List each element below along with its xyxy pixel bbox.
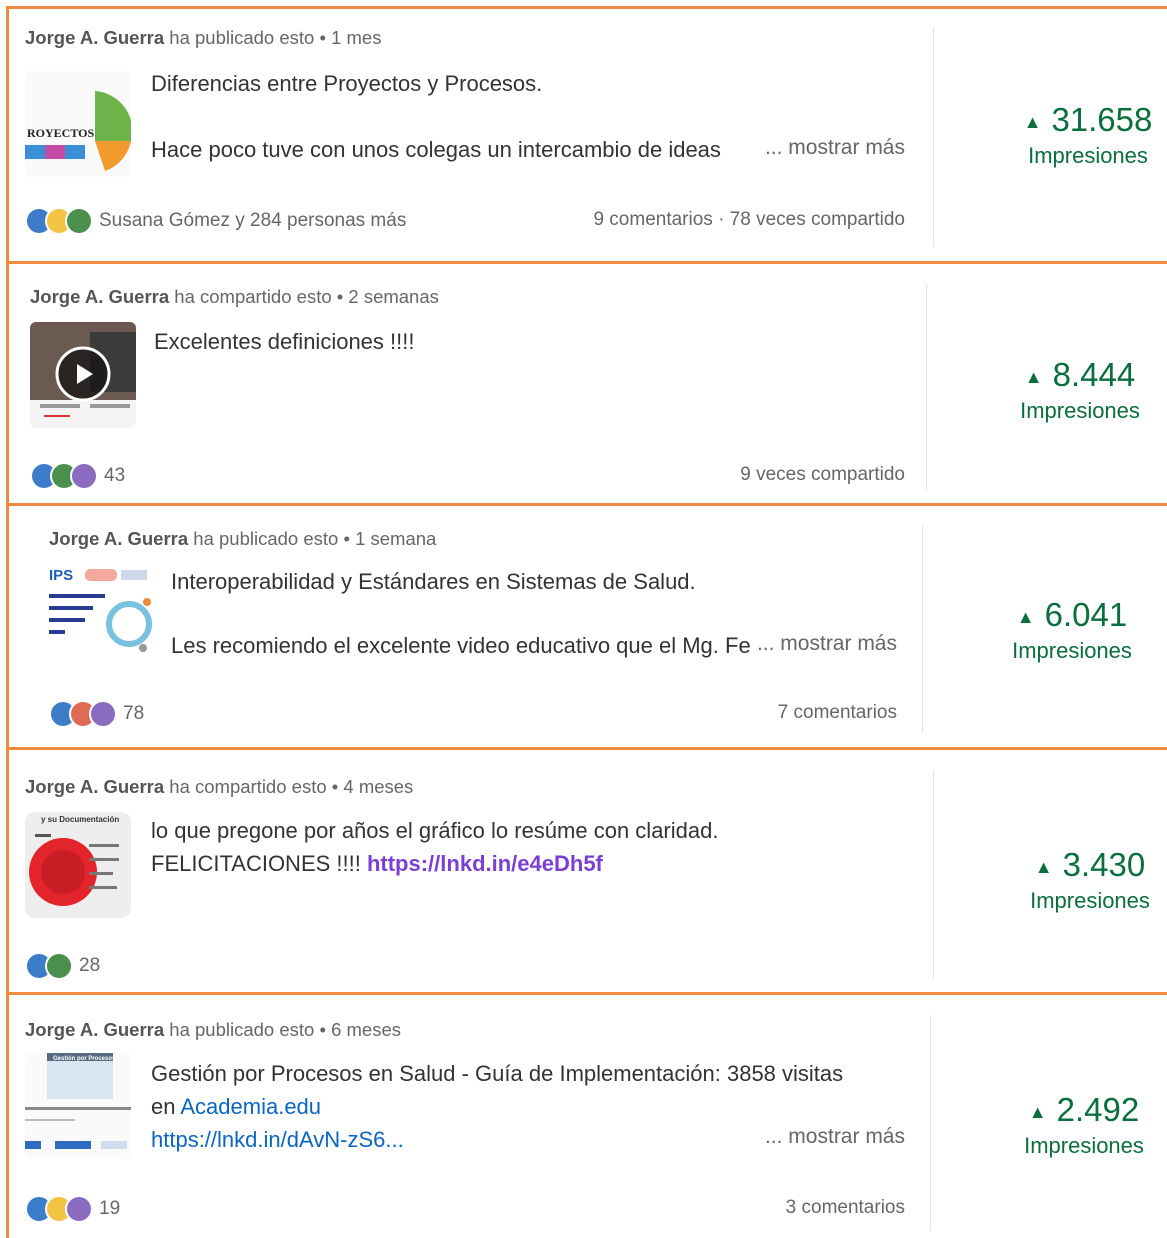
- divider: [933, 770, 934, 978]
- triangle-up-icon: ▲: [1028, 1101, 1047, 1122]
- post-header: Jorge A. Guerra ha publicado esto • 1 me…: [25, 27, 382, 48]
- reactions-summary[interactable]: 78: [49, 700, 144, 728]
- praise-icon: [65, 207, 93, 235]
- author-name[interactable]: Jorge A. Guerra: [25, 1019, 164, 1040]
- post-time: 6 meses: [331, 1019, 401, 1040]
- impressions-metric[interactable]: ▲ 6.041 Impresiones: [972, 596, 1167, 664]
- post-text: lo que pregone por años el gráfico lo re…: [151, 818, 719, 876]
- support-icon: [70, 462, 98, 490]
- divider: [926, 284, 927, 490]
- impressions-count: 31.658: [1051, 101, 1153, 138]
- post-time: 4 meses: [343, 776, 414, 797]
- impressions-label: Impresiones: [1030, 888, 1150, 913]
- divider: [922, 526, 923, 732]
- reactions-summary[interactable]: Susana Gómez y 284 personas más: [25, 207, 406, 235]
- post-stats[interactable]: 9 veces compartido: [740, 464, 905, 486]
- post-card-3[interactable]: Jorge A. Guerra ha publicado esto • 1 se…: [6, 503, 1167, 750]
- post-thumbnail[interactable]: ROYECTOS: [25, 71, 131, 177]
- impressions-metric[interactable]: ▲ 3.430 Impresiones: [990, 846, 1167, 914]
- post-content: Jorge A. Guerra ha compartido esto • 2 s…: [30, 264, 905, 503]
- divider: [933, 27, 934, 247]
- support-icon: [65, 1195, 93, 1223]
- post-header: Jorge A. Guerra ha compartido esto • 2 s…: [30, 286, 439, 307]
- thumbnail-caption: ROYECTOS: [27, 126, 94, 140]
- post-time: 1 semana: [355, 528, 437, 549]
- post-card-5[interactable]: Jorge A. Guerra ha publicado esto • 6 me…: [6, 992, 1167, 1238]
- reactions-summary[interactable]: 28: [25, 952, 100, 980]
- impressions-metric[interactable]: ▲ 2.492 Impresiones: [984, 1091, 1167, 1159]
- academia-link[interactable]: Academia.edu: [180, 1094, 321, 1119]
- thumbnail-image: Gestión por Procesos: [25, 1053, 131, 1159]
- triangle-up-icon: ▲: [1016, 606, 1035, 627]
- praise-icon: [45, 952, 73, 980]
- impressions-label: Impresiones: [1012, 638, 1132, 663]
- thumbnail-image: IPS: [49, 564, 155, 660]
- author-name[interactable]: Jorge A. Guerra: [25, 776, 164, 797]
- impressions-label: Impresiones: [1024, 1133, 1144, 1158]
- post-content: Jorge A. Guerra ha compartido esto • 4 m…: [25, 750, 905, 992]
- post-header: Jorge A. Guerra ha publicado esto • 1 se…: [49, 528, 437, 549]
- author-name[interactable]: Jorge A. Guerra: [25, 27, 164, 48]
- show-more-link[interactable]: ... mostrar más: [758, 136, 905, 160]
- post-content: Jorge A. Guerra ha publicado esto • 1 me…: [25, 9, 905, 261]
- post-link[interactable]: https://lnkd.in/e4eDh5f: [367, 851, 603, 876]
- post-text: Excelentes definiciones !!!!: [154, 329, 415, 354]
- author-name[interactable]: Jorge A. Guerra: [30, 286, 169, 307]
- post-header: Jorge A. Guerra ha compartido esto • 4 m…: [25, 776, 414, 797]
- post-thumbnail[interactable]: Gestión por Procesos: [25, 1053, 131, 1159]
- impressions-count: 6.041: [1044, 596, 1128, 633]
- thumbnail-image: ROYECTOS: [25, 71, 131, 177]
- post-card-2[interactable]: Jorge A. Guerra ha compartido esto • 2 s…: [6, 261, 1167, 506]
- post-time: 2 semanas: [348, 286, 439, 307]
- thumbnail-caption: y su Documentación: [41, 815, 119, 824]
- thumbnail-image: y su Documentación: [25, 812, 131, 918]
- post-content: Jorge A. Guerra ha publicado esto • 6 me…: [25, 995, 905, 1238]
- thumbnail-caption: Gestión por Procesos: [53, 1056, 116, 1062]
- show-more-link[interactable]: ... mostrar más: [750, 632, 897, 656]
- divider: [930, 1015, 931, 1231]
- thumbnail-caption: IPS: [49, 567, 73, 584]
- post-content: Jorge A. Guerra ha publicado esto • 1 se…: [49, 506, 897, 747]
- post-time: 1 mes: [331, 27, 382, 48]
- post-header: Jorge A. Guerra ha publicado esto • 6 me…: [25, 1019, 401, 1040]
- triangle-up-icon: ▲: [1024, 366, 1043, 387]
- post-stats[interactable]: 3 comentarios: [786, 1197, 905, 1219]
- post-thumbnail[interactable]: y su Documentación: [25, 812, 131, 918]
- impressions-count: 2.492: [1056, 1091, 1140, 1128]
- post-stats[interactable]: 9 comentarios · 78 veces compartido: [593, 209, 905, 231]
- post-stats[interactable]: 7 comentarios: [778, 702, 897, 724]
- video-thumbnail[interactable]: [30, 322, 136, 428]
- reactions-summary[interactable]: 43: [30, 462, 125, 490]
- impressions-metric[interactable]: ▲ 8.444 Impresiones: [980, 356, 1167, 424]
- triangle-up-icon: ▲: [1023, 111, 1042, 132]
- support-icon: [89, 700, 117, 728]
- post-card-1[interactable]: Jorge A. Guerra ha publicado esto • 1 me…: [6, 6, 1167, 264]
- impressions-label: Impresiones: [1028, 143, 1148, 168]
- impressions-count: 3.430: [1062, 846, 1146, 883]
- post-card-4[interactable]: Jorge A. Guerra ha compartido esto • 4 m…: [6, 747, 1167, 995]
- post-thumbnail[interactable]: IPS: [49, 564, 155, 660]
- author-name[interactable]: Jorge A. Guerra: [49, 528, 188, 549]
- thumbnail-image: [30, 322, 136, 428]
- reactions-summary[interactable]: 19: [25, 1195, 120, 1223]
- impressions-count: 8.444: [1052, 356, 1136, 393]
- impressions-metric[interactable]: ▲ 31.658 Impresiones: [988, 101, 1167, 169]
- show-more-link[interactable]: ... mostrar más: [758, 1125, 905, 1149]
- impressions-label: Impresiones: [1020, 398, 1140, 423]
- triangle-up-icon: ▲: [1034, 856, 1053, 877]
